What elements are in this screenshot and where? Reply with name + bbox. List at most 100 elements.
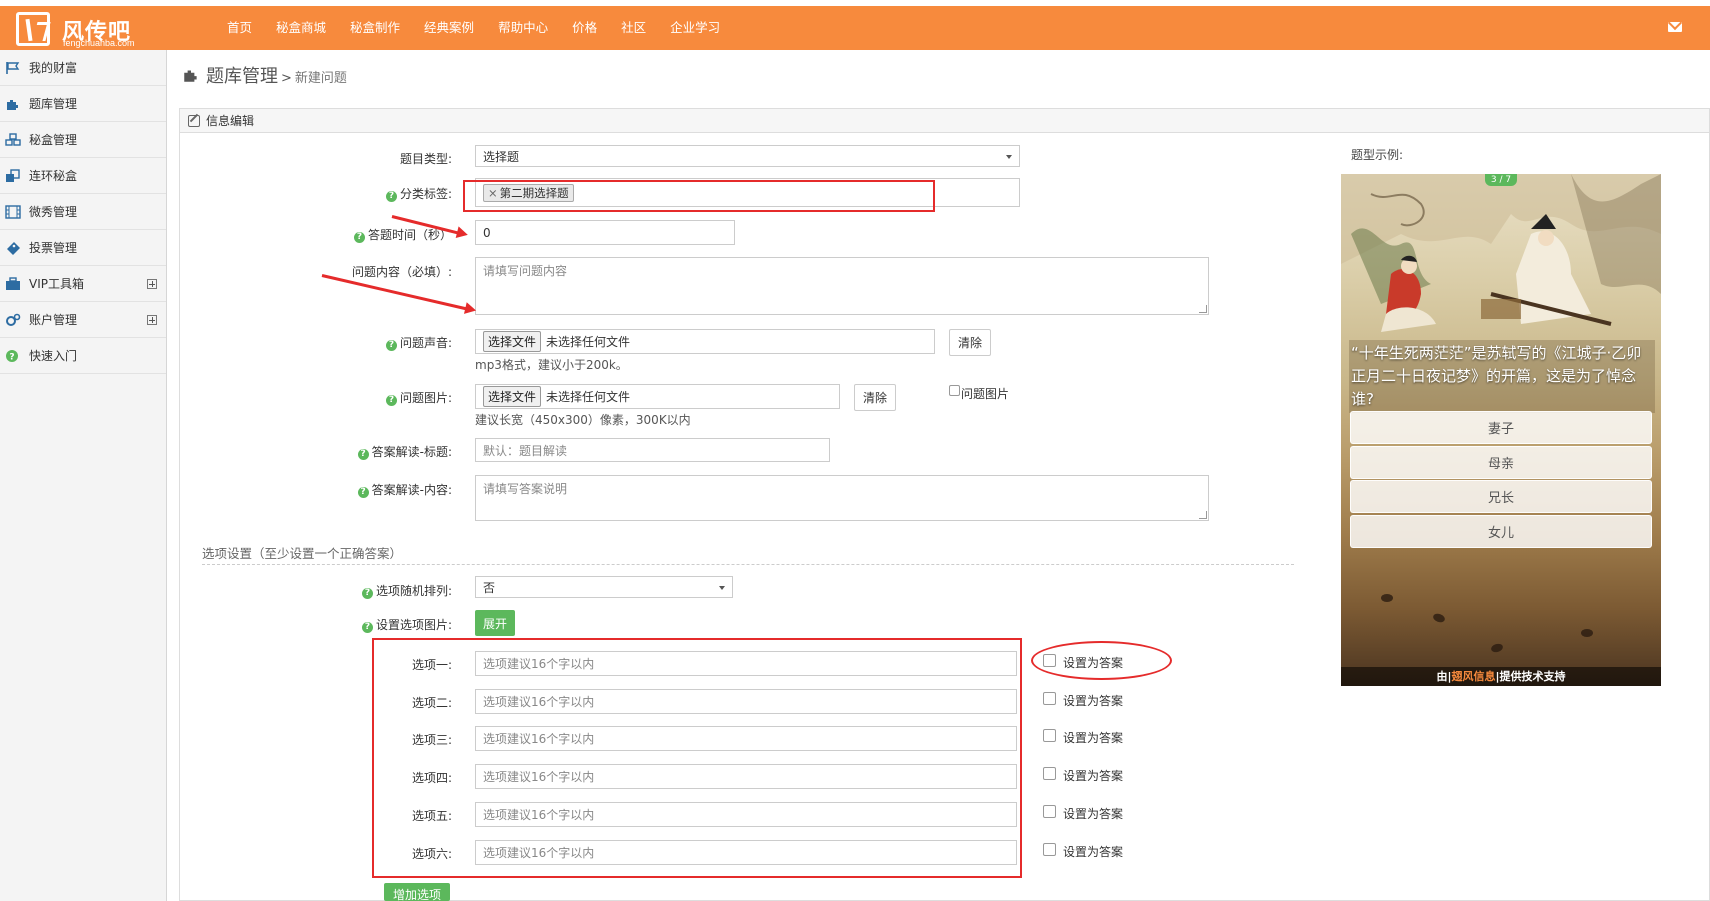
sidebar-item-label: 我的财富 <box>29 61 78 75</box>
expand-option-images-button[interactable]: 展开 <box>475 610 515 636</box>
preview-option[interactable]: 妻子 <box>1350 411 1652 444</box>
add-option-button[interactable]: 增加选项 <box>384 883 450 901</box>
nav-enterprise[interactable]: 企业学习 <box>658 6 732 50</box>
breadcrumb-separator: > <box>281 71 292 86</box>
sidebar-item-label: VIP工具箱 <box>29 277 84 291</box>
question-image-label: ? 问题图片: <box>300 389 452 406</box>
sidebar-item-show[interactable]: 微秀管理 <box>0 194 166 230</box>
answer-title-label: ? 答案解读-标题: <box>300 443 452 460</box>
sidebar-item-account[interactable]: 账户管理 <box>0 302 166 338</box>
panel-title: 信息编辑 <box>206 114 255 128</box>
audio-hint: mp3格式，建议小于200k。 <box>475 358 628 372</box>
question-circle-icon: ? <box>5 349 21 363</box>
annotation-highlight-box <box>463 180 935 212</box>
sidebar-item-question-bank[interactable]: 题库管理 <box>0 86 166 122</box>
edit-icon <box>188 114 200 127</box>
question-type-value: 选择题 <box>483 149 520 164</box>
panel-header: 信息编辑 <box>180 109 1709 133</box>
clone-icon <box>5 168 21 183</box>
help-icon[interactable]: ? <box>361 622 373 633</box>
question-type-select[interactable]: 选择题 <box>475 145 1020 167</box>
help-icon[interactable]: ? <box>385 340 397 351</box>
help-icon[interactable]: ? <box>385 191 397 202</box>
help-icon[interactable]: ? <box>357 487 369 498</box>
breadcrumb-main[interactable]: 题库管理 <box>206 62 278 88</box>
expand-icon[interactable] <box>147 279 157 289</box>
cogs-icon <box>5 313 21 327</box>
audio-file-input[interactable]: 选择文件 未选择任何文件 <box>475 329 935 354</box>
powered-brand[interactable]: 翅风信息 <box>1452 670 1496 683</box>
audio-file-status: 未选择任何文件 <box>546 335 631 349</box>
puzzle-icon <box>5 97 21 111</box>
help-icon[interactable]: ? <box>361 588 373 599</box>
preview-option[interactable]: 兄长 <box>1350 480 1652 513</box>
sidebar-item-chain-box[interactable]: 连环秘盒 <box>0 158 166 194</box>
option-2-answer-checkbox[interactable] <box>1043 692 1056 705</box>
option-5-answer-checkbox[interactable] <box>1043 805 1056 818</box>
preview-phone: 3 / 7 “十年生死两茫茫”是苏轼写的《江城子·乙卯正月二十日夜记梦》的开篇，… <box>1341 174 1661 686</box>
section-divider <box>202 564 1294 565</box>
choose-image-button[interactable]: 选择文件 <box>483 386 542 407</box>
answer-content-textarea[interactable]: 请填写答案说明 <box>475 475 1209 521</box>
annotation-answer-ellipse <box>1031 641 1172 680</box>
powered-by-footer: 由|翅风信息|提供技术支持 <box>1341 667 1661 686</box>
nav-community[interactable]: 社区 <box>609 6 658 50</box>
question-audio-label: ? 问题声音: <box>300 334 452 351</box>
sidebar-item-box[interactable]: 秘盒管理 <box>0 122 166 158</box>
film-icon <box>5 204 21 219</box>
resize-handle-icon[interactable] <box>1199 511 1207 519</box>
help-icon[interactable]: ? <box>385 395 397 406</box>
svg-text:?: ? <box>9 352 14 362</box>
tags-label: ? 分类标签: <box>300 185 452 202</box>
expand-icon[interactable] <box>147 315 157 325</box>
main-nav: 首页 秘盒商城 秘盒制作 经典案例 帮助中心 价格 社区 企业学习 <box>215 6 732 53</box>
breadcrumb-current: 新建问题 <box>294 71 347 86</box>
preview-question: “十年生死两茫茫”是苏轼写的《江城子·乙卯正月二十日夜记梦》的开篇，这是为了悼念… <box>1349 340 1655 413</box>
nav-cases[interactable]: 经典案例 <box>412 6 486 50</box>
random-order-label: ? 选项随机排列: <box>300 582 452 599</box>
nav-shop[interactable]: 秘盒商城 <box>264 6 338 50</box>
clear-audio-button[interactable]: 清除 <box>949 329 991 356</box>
option-images-label: ? 设置选项图片: <box>300 616 452 633</box>
chevron-down-icon <box>1006 155 1012 159</box>
option-3-answer-checkbox[interactable] <box>1043 729 1056 742</box>
brand-logo[interactable]: 风传吧 fengchuanba.com <box>16 10 166 48</box>
nav-price[interactable]: 价格 <box>560 6 609 50</box>
clear-image-button[interactable]: 清除 <box>854 384 896 411</box>
chevron-down-icon <box>719 586 725 590</box>
puzzle-icon <box>182 67 200 83</box>
question-type-label: 题目类型: <box>399 152 452 166</box>
sidebar-item-vip-tools[interactable]: VIP工具箱 <box>0 266 166 302</box>
help-icon[interactable]: ? <box>357 449 369 460</box>
question-content-textarea[interactable]: 请填写问题内容 <box>475 257 1209 315</box>
progress-badge: 3 / 7 <box>1485 174 1517 186</box>
nav-make[interactable]: 秘盒制作 <box>338 6 412 53</box>
answer-title-input[interactable]: 默认：题目解读 <box>475 438 830 462</box>
preview-option[interactable]: 母亲 <box>1350 446 1652 479</box>
choose-audio-button[interactable]: 选择文件 <box>483 331 542 352</box>
nav-home[interactable]: 首页 <box>215 6 264 50</box>
butterfly-icon <box>1490 642 1504 654</box>
image-file-input[interactable]: 选择文件 未选择任何文件 <box>475 384 840 409</box>
annotation-options-box <box>372 638 1022 878</box>
help-icon[interactable]: ? <box>353 232 365 243</box>
random-order-select[interactable]: 否 <box>475 576 733 598</box>
sidebar-item-quickstart[interactable]: ? 快速入门 <box>0 338 166 374</box>
option-2-answer-label: 设置为答案 <box>1063 694 1124 708</box>
answer-time-input[interactable]: 0 <box>475 220 735 245</box>
sidebar-item-label: 账户管理 <box>29 313 78 327</box>
nav-help[interactable]: 帮助中心 <box>486 6 560 50</box>
mail-icon[interactable] <box>1668 22 1682 32</box>
sidebar-item-vote[interactable]: 投票管理 <box>0 230 166 266</box>
sidebar-item-wealth[interactable]: 我的财富 <box>0 50 166 86</box>
briefcase-icon <box>5 276 21 291</box>
flag-icon <box>5 61 21 75</box>
butterfly-icon <box>1431 612 1447 624</box>
resize-handle-icon[interactable] <box>1199 305 1207 313</box>
option-6-answer-checkbox[interactable] <box>1043 843 1056 856</box>
ticket-icon <box>5 241 21 255</box>
question-image-checkbox[interactable] <box>949 385 960 396</box>
preview-option[interactable]: 女儿 <box>1350 515 1652 548</box>
logo-mark-icon <box>16 12 50 46</box>
option-4-answer-checkbox[interactable] <box>1043 767 1056 780</box>
